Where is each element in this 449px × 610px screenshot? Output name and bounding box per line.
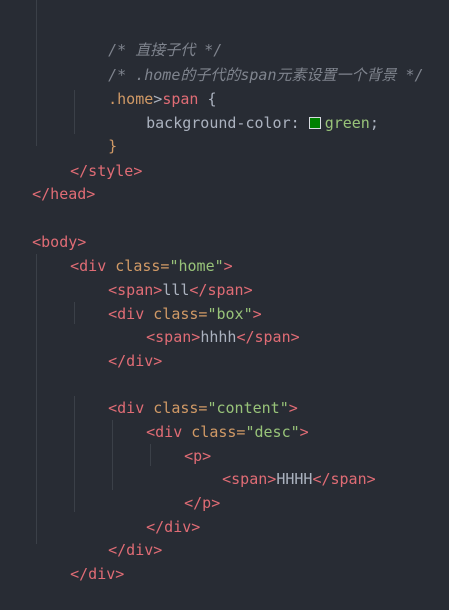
head-close-tag: </head>	[32, 184, 96, 203]
code-line: </div>	[72, 515, 162, 559]
code-line: <span>lll</span>	[72, 255, 253, 299]
code-line: <span>HHHH</span>	[186, 444, 376, 488]
indent-guide	[36, 0, 37, 146]
html-tag: </span>	[312, 469, 376, 488]
code-line: </p>	[148, 468, 220, 512]
code-line: <div class="desc">	[110, 397, 309, 441]
html-tag: </div>	[70, 564, 125, 583]
code-line: </div>	[34, 539, 124, 583]
html-tag: <span>	[222, 469, 277, 488]
css-property: background-color:	[146, 113, 309, 132]
code-line: </style>	[34, 136, 142, 180]
code-line: </div>	[72, 326, 162, 370]
html-tag-end: >	[299, 422, 309, 441]
semicolon: ;	[369, 113, 379, 132]
code-line: /* .home的子代的span元素设置一个背景 */	[72, 40, 423, 84]
code-line: <span>hhhh</span>	[110, 302, 300, 346]
color-swatch-icon[interactable]	[308, 116, 321, 129]
code-line: <div class="content">	[72, 373, 298, 417]
code-line: .home>span {	[72, 64, 216, 108]
code-line: <div class="home">	[34, 231, 233, 275]
code-line: </head>	[0, 159, 95, 203]
code-line: background-color: green;	[110, 88, 379, 132]
code-line: <div class="box">	[72, 279, 262, 323]
html-tag: </span>	[236, 327, 300, 346]
code-line: <body>	[0, 207, 86, 251]
html-tag: </div>	[108, 351, 163, 370]
html-text: HHHH	[276, 469, 313, 488]
html-attr-value: "desc"	[245, 422, 300, 441]
code-line: <p>	[148, 421, 211, 465]
code-line: </div>	[110, 492, 200, 536]
code-line: }	[72, 111, 117, 155]
code-line: /* 直接子代 */	[72, 15, 222, 59]
code-editor[interactable]: /* 直接子代 */ /* .home的子代的span元素设置一个背景 */ .…	[0, 0, 449, 583]
html-text: hhhh	[200, 327, 237, 346]
css-value: green	[324, 113, 370, 132]
